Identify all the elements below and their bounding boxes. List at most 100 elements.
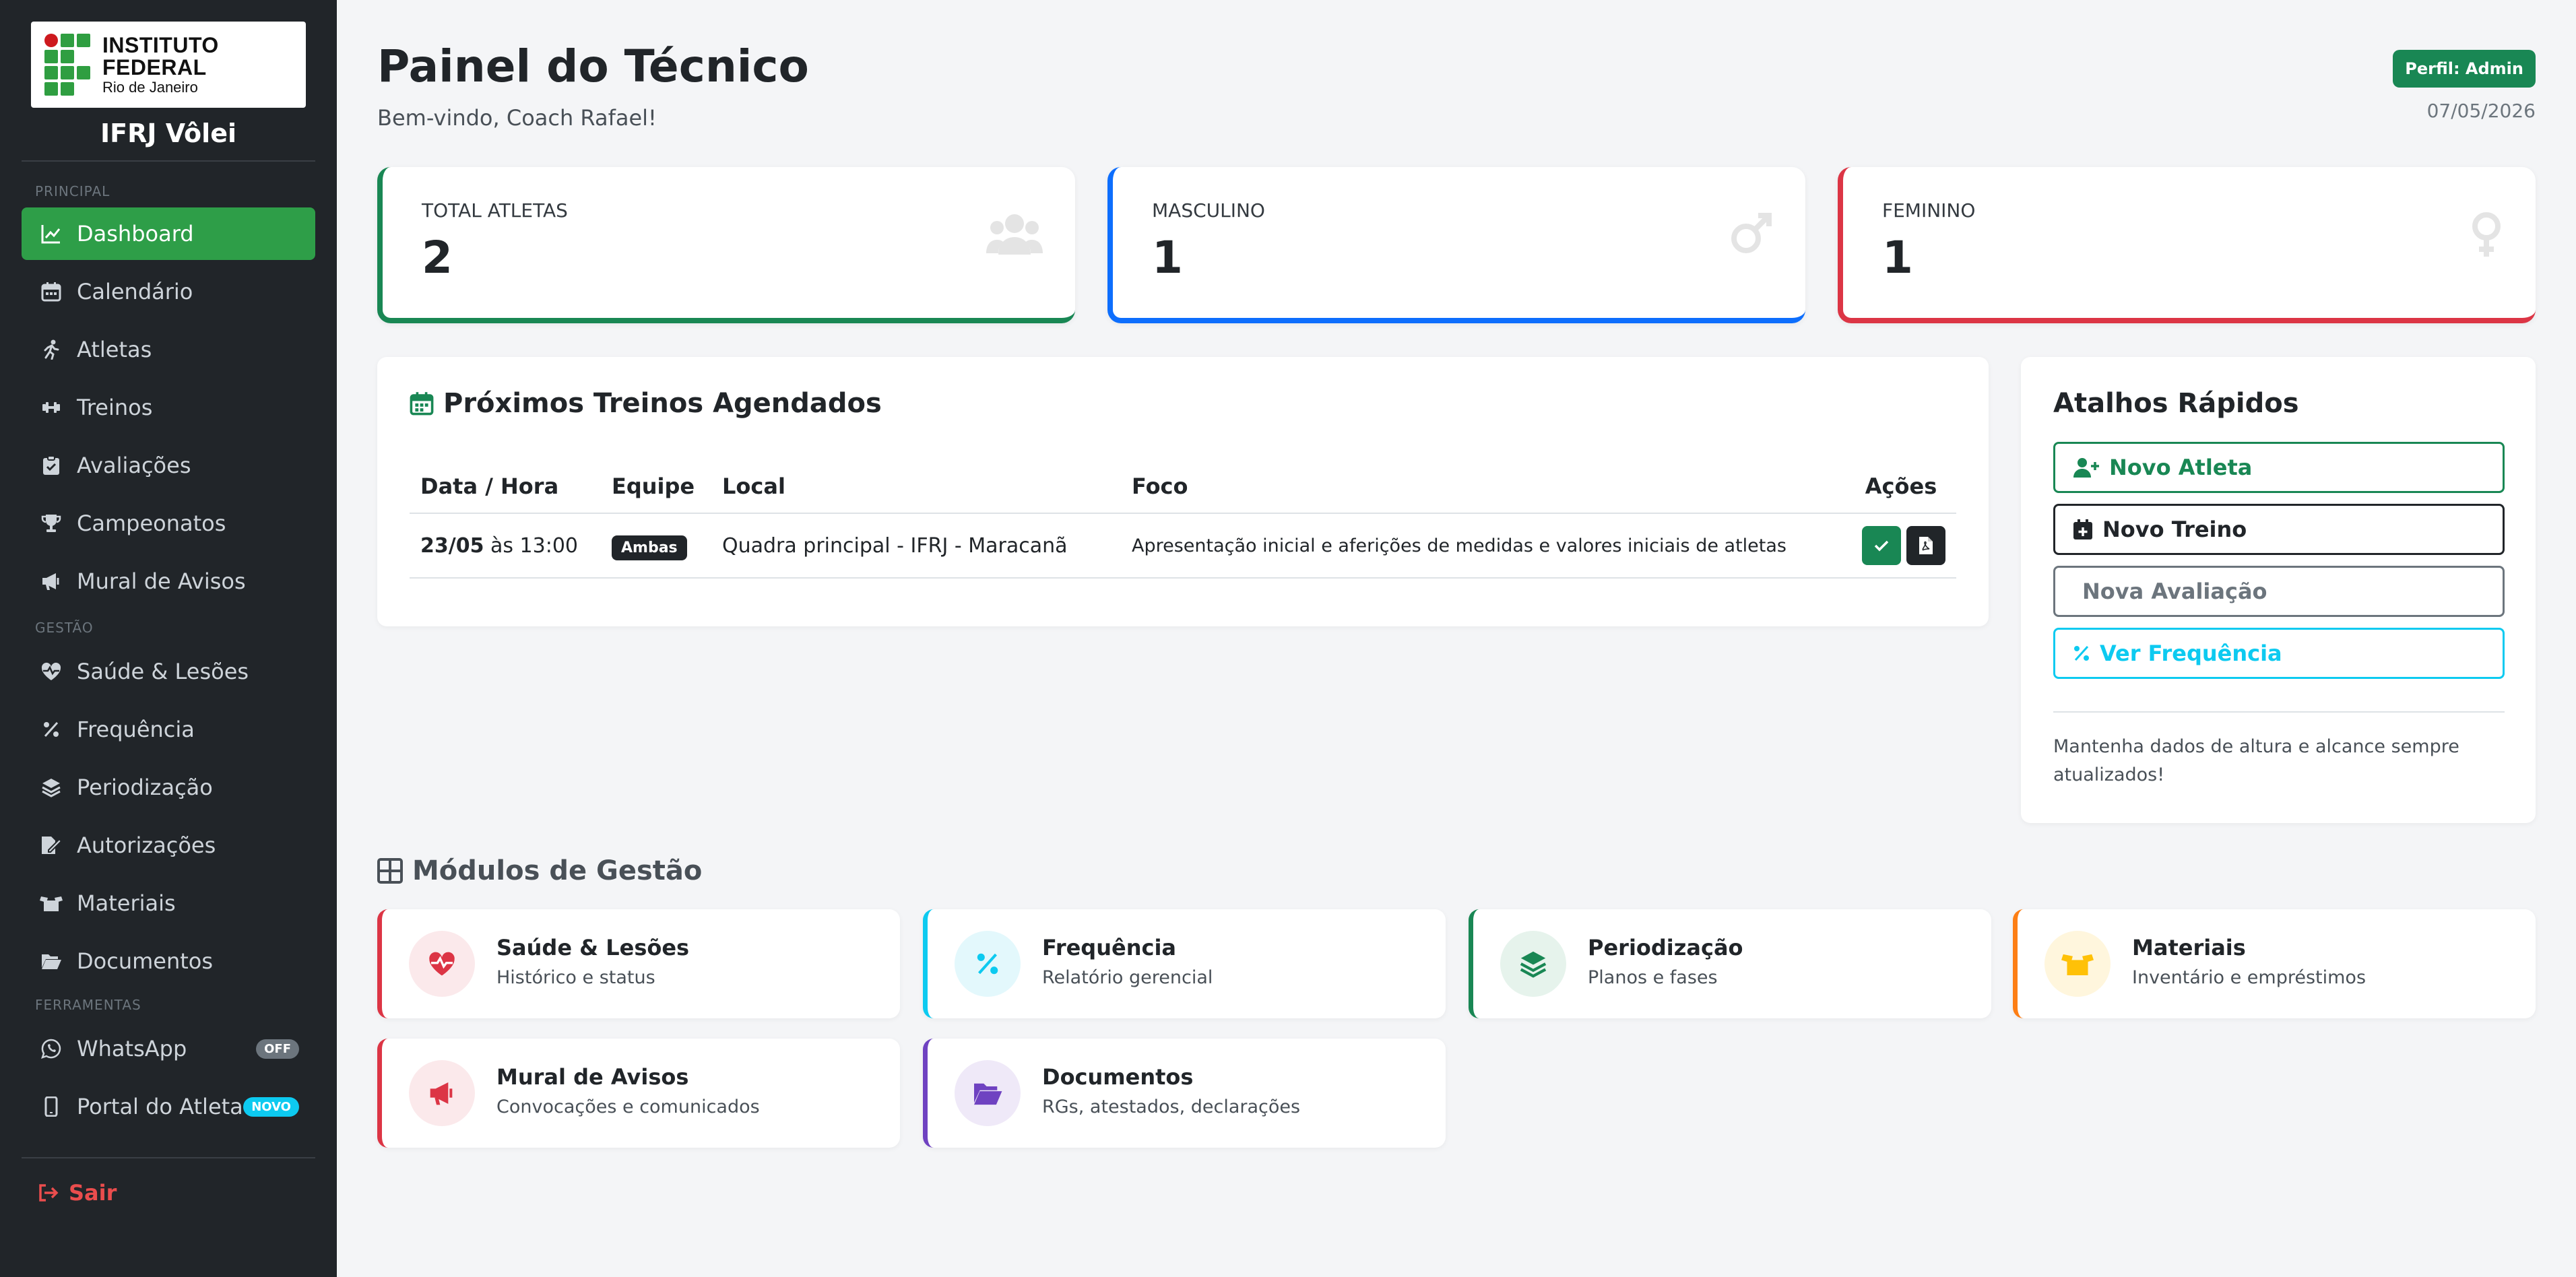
- column-header-actions: Ações: [1846, 459, 1956, 514]
- quick-shortcuts-title: Atalhos Rápidos: [2053, 388, 2299, 419]
- heart-pulse-icon: [38, 658, 65, 685]
- sidebar-divider: [22, 1157, 315, 1158]
- logo-line-2: Rio de Janeiro: [102, 79, 198, 96]
- section-title-label: Módulos de Gestão: [412, 855, 703, 886]
- module-card-mural-de-avisos[interactable]: Mural de Avisos Convocações e comunicado…: [377, 1039, 900, 1148]
- section-label-gestao: GESTÃO: [35, 620, 94, 636]
- portal-new-badge: NOVO: [243, 1096, 299, 1117]
- stat-card-total-athletes: TOTAL ATLETAS 2: [377, 167, 1075, 323]
- current-date: 07/05/2026: [2426, 100, 2536, 122]
- megaphone-icon: [38, 568, 65, 595]
- cell-team: Ambas: [601, 513, 711, 579]
- layers-icon: [1500, 931, 1566, 997]
- column-header-focus: Foco: [1121, 459, 1846, 514]
- module-subtitle: Inventário e empréstimos: [2132, 967, 2366, 988]
- institution-logo: INSTITUTO FEDERAL Rio de Janeiro: [31, 22, 306, 108]
- calendar-icon: [410, 391, 434, 416]
- percent-icon: [38, 716, 65, 743]
- cell-local: Quadra principal - IFRJ - Maracanã: [711, 513, 1121, 579]
- logout-button[interactable]: Sair: [38, 1180, 117, 1206]
- sidebar-item-dashboard[interactable]: Dashboard: [22, 207, 315, 260]
- box-open-icon: [2044, 931, 2111, 997]
- sidebar-item-label: Portal do Atleta: [77, 1094, 243, 1119]
- module-title: Saúde & Lesões: [496, 935, 690, 960]
- percent-icon: [2073, 645, 2090, 662]
- module-subtitle: RGs, atestados, declarações: [1042, 1096, 1301, 1117]
- running-icon: [38, 336, 65, 363]
- stat-value: 1: [1152, 232, 1183, 284]
- dumbbell-icon: [38, 394, 65, 421]
- table-header-row: Data / Hora Equipe Local Foco Ações: [410, 459, 1956, 514]
- sidebar-item-label: Campeonatos: [77, 511, 226, 536]
- button-label: Novo Treino: [2102, 517, 2247, 542]
- stat-card-male: MASCULINO 1: [1107, 167, 1805, 323]
- section-label-principal: PRINCIPAL: [35, 183, 110, 199]
- module-card-materiais[interactable]: Materiais Inventário e empréstimos: [2013, 909, 2536, 1018]
- sidebar-item-label: Periodização: [77, 775, 213, 800]
- new-evaluation-button[interactable]: Nova Avaliação: [2053, 566, 2505, 617]
- upcoming-trainings-panel: Próximos Treinos Agendados Data / Hora E…: [377, 357, 1989, 626]
- file-signature-icon: [38, 832, 65, 859]
- sidebar-item-label: Dashboard: [77, 221, 194, 247]
- sidebar-item-atletas[interactable]: Atletas: [22, 323, 315, 376]
- mobile-icon: [38, 1093, 65, 1120]
- calendar-icon: [38, 278, 65, 305]
- sidebar-item-label: Saúde & Lesões: [77, 659, 249, 684]
- sidebar-item-autorizacoes[interactable]: Autorizações: [22, 819, 315, 872]
- sidebar: INSTITUTO FEDERAL Rio de Janeiro IFRJ Vô…: [0, 0, 337, 1277]
- new-athlete-button[interactable]: Novo Atleta: [2053, 442, 2505, 493]
- column-header-date: Data / Hora: [410, 459, 601, 514]
- training-date: 23/05: [420, 533, 484, 558]
- grid-icon: [377, 858, 403, 884]
- sidebar-item-documentos[interactable]: Documentos: [22, 935, 315, 987]
- sidebar-item-label: Treinos: [77, 395, 153, 420]
- layers-icon: [38, 774, 65, 801]
- sidebar-item-portal-do-atleta[interactable]: Portal do Atleta NOVO: [22, 1080, 315, 1133]
- sidebar-item-calendario[interactable]: Calendário: [22, 265, 315, 318]
- sidebar-item-label: Autorizações: [77, 832, 216, 858]
- shortcuts-divider: [2053, 711, 2505, 713]
- sidebar-item-avaliacoes[interactable]: Avaliações: [22, 439, 315, 492]
- sidebar-divider: [22, 160, 315, 162]
- calendar-plus-icon: [2073, 519, 2093, 540]
- sidebar-item-label: Atletas: [77, 337, 152, 362]
- mars-icon: [1729, 211, 1773, 259]
- sidebar-item-treinos[interactable]: Treinos: [22, 381, 315, 434]
- module-card-periodizacao[interactable]: Periodização Planos e fases: [1469, 909, 1991, 1018]
- folder-open-icon: [38, 948, 65, 975]
- file-pdf-icon: [1919, 537, 1933, 554]
- upcoming-trainings-title: Próximos Treinos Agendados: [410, 388, 882, 419]
- quick-shortcuts-panel: Atalhos Rápidos Novo Atleta Novo Treino …: [2021, 357, 2536, 823]
- sidebar-item-saude-lesoes[interactable]: Saúde & Lesões: [22, 645, 315, 698]
- sidebar-item-campeonatos[interactable]: Campeonatos: [22, 497, 315, 550]
- brand-name: IFRJ Vôlei: [100, 119, 236, 148]
- venus-icon: [2470, 211, 2503, 261]
- sidebar-item-frequencia[interactable]: Frequência: [22, 703, 315, 756]
- stat-label: FEMININO: [1882, 199, 1976, 222]
- module-card-documentos[interactable]: Documentos RGs, atestados, declarações: [923, 1039, 1446, 1148]
- training-pdf-button[interactable]: [1906, 526, 1945, 565]
- module-title: Frequência: [1042, 935, 1176, 960]
- confirm-training-button[interactable]: [1862, 526, 1901, 565]
- sidebar-item-periodizacao[interactable]: Periodização: [22, 761, 315, 814]
- sidebar-item-label: WhatsApp: [77, 1036, 187, 1061]
- logo-mark-icon: [44, 34, 90, 96]
- team-badge: Ambas: [612, 535, 687, 560]
- module-card-saude-lesoes[interactable]: Saúde & Lesões Histórico e status: [377, 909, 900, 1018]
- sidebar-item-mural-de-avisos[interactable]: Mural de Avisos: [22, 555, 315, 608]
- table-row: 23/05 às 13:00 Ambas Quadra principal - …: [410, 513, 1956, 579]
- panel-title-label: Próximos Treinos Agendados: [443, 388, 882, 419]
- training-time: às 13:00: [490, 533, 579, 558]
- module-title: Documentos: [1042, 1064, 1194, 1090]
- sidebar-item-materiais[interactable]: Materiais: [22, 877, 315, 929]
- module-subtitle: Histórico e status: [496, 967, 655, 988]
- new-training-button[interactable]: Novo Treino: [2053, 504, 2505, 555]
- sidebar-item-whatsapp[interactable]: WhatsApp OFF: [22, 1022, 315, 1075]
- sign-out-icon: [38, 1183, 59, 1202]
- logo-line-1: INSTITUTO FEDERAL: [102, 32, 219, 80]
- users-icon: [986, 211, 1043, 259]
- sidebar-item-label: Avaliações: [77, 453, 191, 478]
- page-title: Painel do Técnico: [377, 40, 809, 92]
- view-attendance-button[interactable]: Ver Frequência: [2053, 628, 2505, 679]
- module-card-frequencia[interactable]: Frequência Relatório gerencial: [923, 909, 1446, 1018]
